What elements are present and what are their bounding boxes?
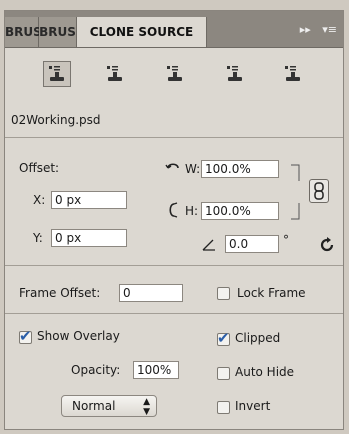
panel-menu-icon[interactable]: ▾≡: [322, 23, 337, 36]
tab-bar: BRUS BRUS CLONE SOURCE ▸▸ ▾≡: [5, 11, 343, 48]
link-bracket: [291, 164, 300, 220]
panel-controls: ▸▸ ▾≡: [292, 23, 337, 36]
chain-link-icon: [314, 182, 324, 200]
clipped-label: Clipped: [235, 331, 281, 345]
divider: [5, 313, 343, 314]
show-overlay-label: Show Overlay: [37, 329, 120, 343]
clone-source-3-button[interactable]: [161, 61, 189, 87]
clone-stamp-icon: [49, 66, 64, 81]
clone-stamp-icon: [285, 66, 300, 81]
blend-mode-value: Normal: [72, 399, 116, 413]
w-label: W:: [185, 162, 201, 176]
show-overlay-checkbox[interactable]: [19, 327, 32, 345]
divider: [5, 137, 343, 138]
tab-brush-1[interactable]: BRUS: [5, 17, 42, 47]
flip-vertical-icon[interactable]: [167, 202, 181, 218]
tab-brush-2[interactable]: BRUS: [39, 17, 77, 47]
rotation-angle-input[interactable]: 0.0: [225, 235, 279, 253]
blend-mode-select[interactable]: Normal ▲ ▼: [61, 395, 157, 417]
divider: [5, 265, 343, 266]
clone-source-panel: BRUS BRUS CLONE SOURCE ▸▸ ▾≡ 02Working.p…: [4, 10, 344, 430]
clone-stamp-icon: [107, 66, 122, 81]
clone-source-4-button[interactable]: [221, 61, 249, 87]
clone-source-1-button[interactable]: [43, 61, 71, 87]
offset-x-input[interactable]: 0 px: [51, 191, 127, 209]
h-label: H:: [185, 204, 199, 218]
clone-stamp-icon: [227, 66, 242, 81]
auto-hide-label: Auto Hide: [235, 365, 295, 379]
height-scale-input[interactable]: 100.0%: [201, 202, 279, 220]
offset-y-input[interactable]: 0 px: [51, 229, 127, 247]
frame-offset-label: Frame Offset:: [19, 286, 101, 300]
clone-source-5-button[interactable]: [279, 61, 307, 87]
opacity-label: Opacity:: [71, 363, 121, 377]
opacity-input[interactable]: 100%: [133, 361, 179, 379]
degree-symbol: °: [283, 233, 289, 247]
y-label: Y:: [33, 231, 43, 245]
reset-transform-icon[interactable]: [319, 237, 335, 253]
clone-source-2-button[interactable]: [101, 61, 129, 87]
frame-offset-input[interactable]: 0: [119, 284, 183, 302]
link-scale-toggle[interactable]: [309, 179, 329, 203]
source-filename: 02Working.psd: [11, 113, 101, 127]
lock-frame-checkbox[interactable]: [217, 287, 230, 300]
invert-checkbox[interactable]: [217, 401, 230, 414]
collapse-icon[interactable]: ▸▸: [300, 23, 311, 36]
offset-label: Offset:: [19, 161, 60, 175]
x-label: X:: [33, 193, 46, 207]
angle-icon: [202, 239, 215, 251]
clone-stamp-icon: [167, 66, 182, 81]
tab-clone-source[interactable]: CLONE SOURCE: [77, 17, 207, 47]
select-arrows-icon: ▲ ▼: [143, 397, 150, 417]
lock-frame-label: Lock Frame: [237, 286, 306, 300]
flip-horizontal-icon[interactable]: [165, 161, 181, 175]
clipped-checkbox[interactable]: [217, 329, 230, 347]
invert-label: Invert: [235, 399, 271, 413]
width-scale-input[interactable]: 100.0%: [201, 160, 279, 178]
auto-hide-checkbox[interactable]: [217, 367, 230, 380]
